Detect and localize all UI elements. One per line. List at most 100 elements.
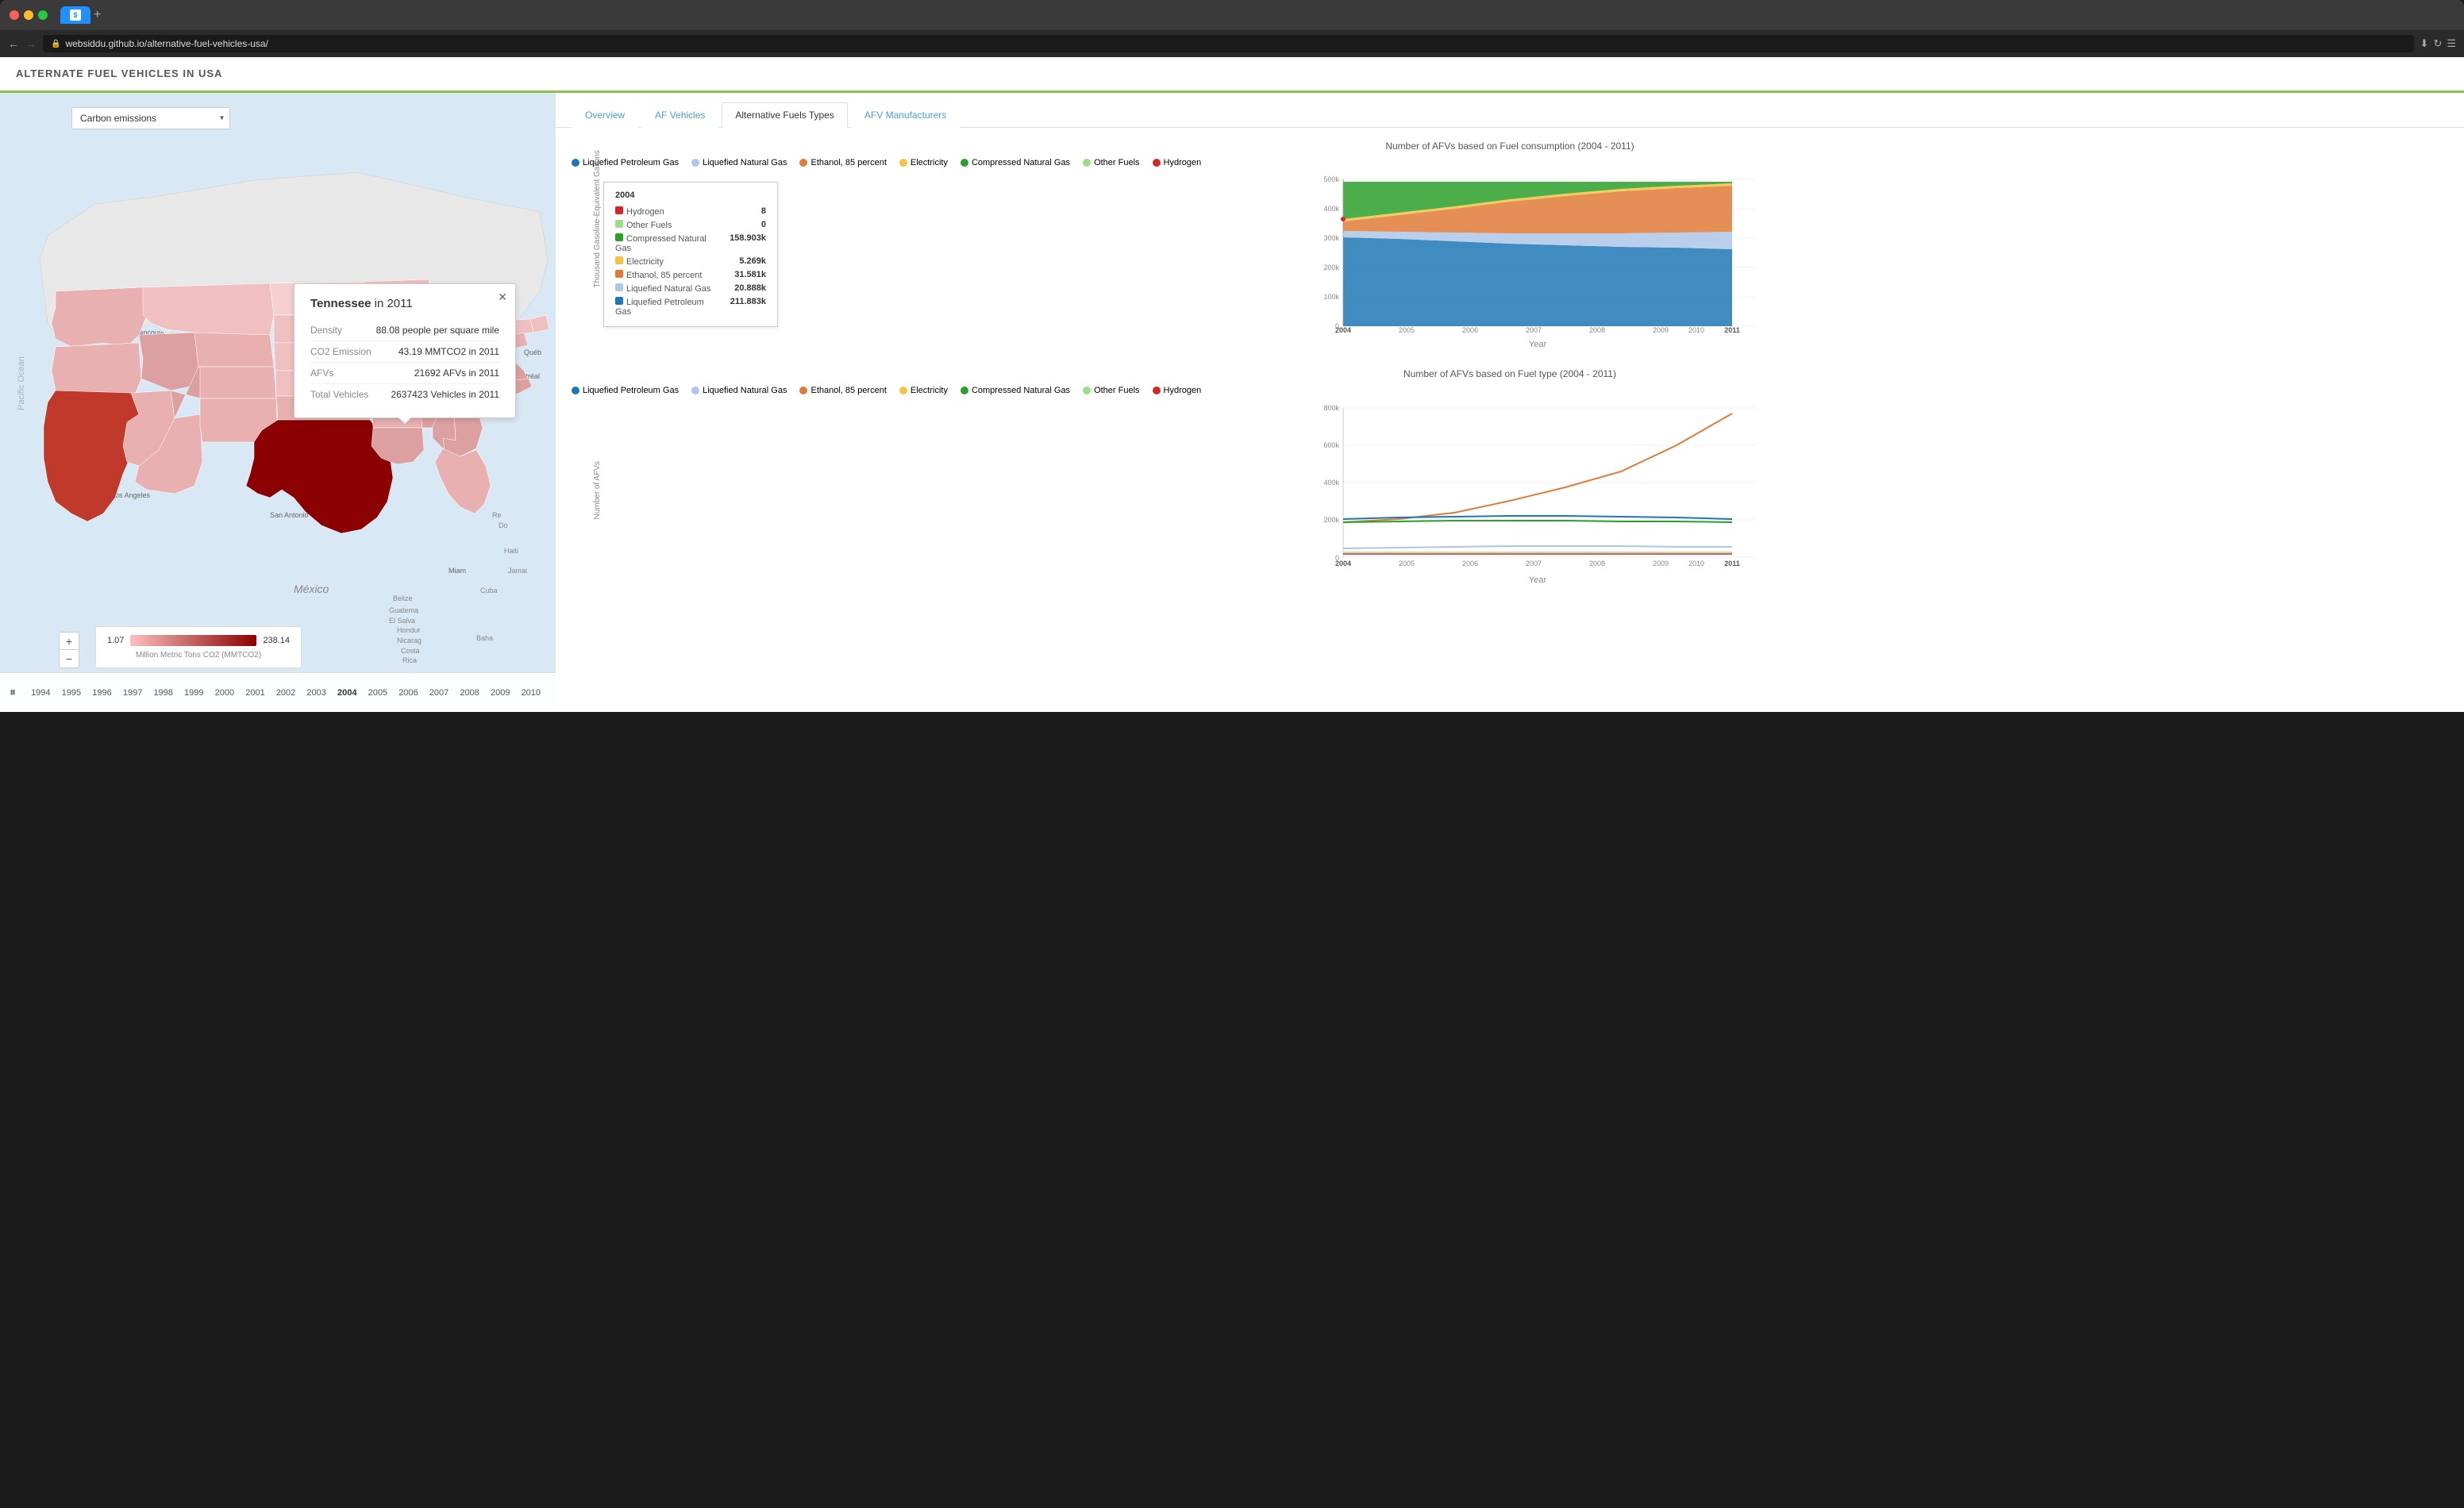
timeline-year-2010[interactable]: 2010 [516, 688, 547, 698]
chart1-section: Number of AFVs based on Fuel consumption… [572, 140, 2448, 349]
app-header: ALTERNATE FUEL VEHICLES IN USA [0, 57, 2464, 93]
svg-text:Pacific Ocean: Pacific Ocean [17, 356, 26, 410]
chart2-legend-ethanol-dot [799, 387, 807, 394]
zoom-in-button[interactable]: + [60, 633, 79, 650]
chart2-x-label: Year [627, 575, 2448, 585]
chart1-y-label: Thousand Gasoline-Equivalent Gallons [593, 236, 602, 287]
zoom-out-button[interactable]: − [60, 650, 79, 667]
minimize-button[interactable] [24, 10, 33, 20]
tab-alternative-fuels-types[interactable]: Alternative Fuels Types [722, 102, 848, 128]
svg-text:400k: 400k [1323, 479, 1339, 487]
close-button[interactable] [10, 10, 19, 20]
legend-lng: Liquefied Natural Gas [691, 158, 787, 167]
chart2-legend-lpg: Liquefied Petroleum Gas [572, 386, 679, 395]
refresh-icon[interactable]: ↻ [2433, 37, 2442, 50]
tab-afv-manufacturers[interactable]: AFV Manufacturers [851, 102, 960, 128]
timeline-year-2003[interactable]: 2003 [301, 688, 332, 698]
timeline-year-2001[interactable]: 2001 [240, 688, 271, 698]
legend-other-label: Other Fuels [1094, 158, 1139, 167]
tooltip-row-hydrogen: Hydrogen 8 [615, 205, 766, 218]
legend-electricity: Electricity [899, 158, 948, 167]
fullscreen-button[interactable] [38, 10, 48, 20]
legend-hydrogen-dot [1153, 159, 1161, 167]
popup-co2-value: 43.19 MMTCO2 in 2011 [398, 346, 499, 357]
svg-text:2009: 2009 [1653, 560, 1669, 567]
svg-text:400k: 400k [1323, 205, 1339, 213]
chart2-legend-other-label: Other Fuels [1094, 386, 1139, 395]
url-text: websiddu.github.io/alternative-fuel-vehi… [65, 38, 268, 49]
svg-text:2007: 2007 [1526, 560, 1542, 567]
popup-density-label: Density [310, 325, 342, 336]
browser-tab[interactable]: $ $ [60, 6, 90, 24]
tooltip-row-lpg: Liquefied Petroleum Gas 211.883k [615, 295, 766, 318]
timeline-year-1998[interactable]: 1998 [148, 688, 179, 698]
legend-scale: 1.07 238.14 [107, 635, 290, 646]
chart2-legend-lng-label: Liquefied Natural Gas [703, 386, 787, 395]
tab-overview[interactable]: Overview [572, 102, 638, 128]
tab-favicon: $ [70, 10, 81, 21]
chart1-wrapper: Thousand Gasoline-Equivalent Gallons 0 1… [572, 174, 2448, 349]
timeline-year-1995[interactable]: 1995 [56, 688, 87, 698]
legend-min: 1.07 [107, 636, 124, 645]
svg-text:2005: 2005 [1399, 560, 1415, 567]
timeline-year-1994[interactable]: 1994 [25, 688, 56, 698]
browser-chrome: $ $ + ← → 🔒 websiddu.github.io/alternati… [0, 0, 2464, 712]
popup-co2-label: CO2 Emission [310, 346, 372, 357]
url-bar[interactable]: 🔒 websiddu.github.io/alternative-fuel-ve… [43, 35, 2414, 52]
popup-total-value: 2637423 Vehicles in 2011 [391, 389, 499, 400]
app-container: ALTERNATE FUEL VEHICLES IN USA Carbon em… [0, 57, 2464, 712]
svg-text:2007: 2007 [1526, 326, 1542, 333]
chart2-legend-hydrogen-label: Hydrogen [1164, 386, 1202, 395]
tooltip-cng-color [615, 233, 623, 241]
svg-text:Guatema: Guatema [389, 606, 418, 614]
timeline-play-button[interactable]: ⏸ [10, 686, 16, 700]
timeline-year-2005[interactable]: 2005 [363, 688, 394, 698]
back-button[interactable]: ← [8, 37, 19, 50]
popup-title: Tennessee in 2011 [310, 297, 499, 310]
chart2-legend-hydrogen-dot [1153, 387, 1161, 394]
new-tab-button[interactable]: + [94, 8, 101, 22]
lock-icon: 🔒 [51, 40, 60, 48]
app-body: Carbon emissions AFVs CO2 Emission Densi… [0, 93, 2464, 712]
timeline-year-2009[interactable]: 2009 [485, 688, 516, 698]
svg-text:2005: 2005 [1399, 326, 1415, 333]
legend-cng: Compressed Natural Gas [961, 158, 1070, 167]
timeline-year-1997[interactable]: 1997 [117, 688, 148, 698]
legend-ethanol: Ethanol, 85 percent [799, 158, 886, 167]
legend-bar: 1.07 238.14 Million Metric Tons CO2 (MMT… [95, 626, 302, 668]
chart2-legend-lng: Liquefied Natural Gas [691, 386, 787, 395]
svg-text:Nicarag: Nicarag [397, 637, 422, 644]
timeline-year-2000[interactable]: 2000 [210, 688, 241, 698]
tab-af-vehicles[interactable]: AF Vehicles [641, 102, 718, 128]
chart1-x-label: Year [627, 340, 2448, 349]
chart2-legend-ethanol-label: Ethanol, 85 percent [810, 386, 886, 395]
svg-text:Haiti: Haiti [504, 547, 518, 555]
timeline-year-2008[interactable]: 2008 [454, 688, 485, 698]
legend-electricity-dot [899, 159, 907, 167]
timeline-year-2002[interactable]: 2002 [271, 688, 302, 698]
timeline-year-1996[interactable]: 1996 [87, 688, 117, 698]
legend-label: Million Metric Tons CO2 (MMTCO2) [107, 651, 290, 660]
tab-bar: $ $ + [60, 6, 101, 24]
svg-text:2008: 2008 [1589, 560, 1605, 567]
svg-text:300k: 300k [1323, 234, 1339, 242]
map-dropdown[interactable]: Carbon emissions AFVs CO2 Emission Densi… [71, 107, 230, 129]
timeline-year-2007[interactable]: 2007 [424, 688, 455, 698]
map-dropdown-select[interactable]: Carbon emissions AFVs CO2 Emission Densi… [71, 107, 230, 129]
legend-max: 238.14 [263, 636, 290, 645]
timeline-year-2004[interactable]: 2004 [332, 688, 363, 698]
menu-icon[interactable]: ☰ [2447, 37, 2456, 50]
legend-hydrogen-label: Hydrogen [1164, 158, 1202, 167]
svg-text:México: México [294, 583, 329, 595]
download-icon[interactable]: ⬇ [2420, 37, 2429, 50]
legend-other-dot [1083, 159, 1091, 167]
popup-close-button[interactable]: ✕ [498, 290, 507, 304]
legend-cng-label: Compressed Natural Gas [972, 158, 1070, 167]
timeline-year-1999[interactable]: 1999 [179, 688, 210, 698]
legend-ethanol-dot [799, 159, 807, 167]
chart2-wrapper: Number of AFVs 0 200k [572, 402, 2448, 585]
state-popup: ✕ Tennessee in 2011 Density 88.08 people… [294, 283, 516, 418]
timeline-year-2006[interactable]: 2006 [393, 688, 424, 698]
legend-cng-dot [961, 159, 968, 167]
svg-text:2008: 2008 [1589, 326, 1605, 333]
